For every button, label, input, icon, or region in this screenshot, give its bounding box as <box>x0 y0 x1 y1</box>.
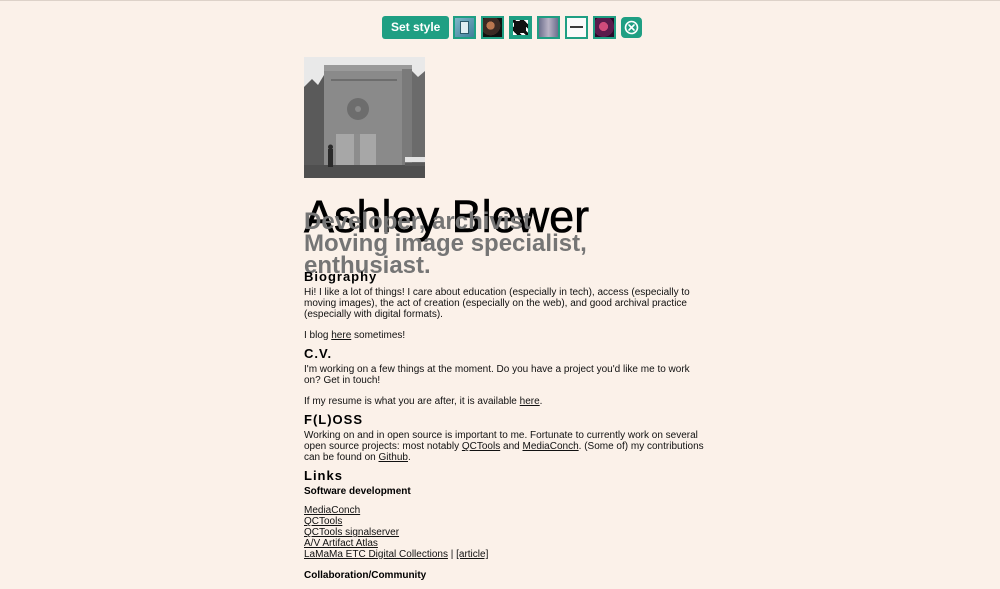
list-item: QCTools <box>304 516 704 527</box>
style-swatch-6[interactable] <box>593 15 617 39</box>
resume-suffix: . <box>539 396 543 407</box>
qctools-link[interactable]: QCTools <box>462 441 500 452</box>
profile-photo <box>304 57 425 178</box>
style-swatch-3[interactable] <box>509 15 533 39</box>
top-divider <box>0 0 1000 1</box>
tagline-block: Developer, archivist Moving image specia… <box>304 210 704 278</box>
style-swatch-4[interactable] <box>537 15 561 39</box>
cv-text: I'm working on a few things at the momen… <box>304 364 690 386</box>
biography-heading: Biography <box>304 269 378 284</box>
floss-text-b: and <box>500 441 523 452</box>
close-icon <box>625 20 639 34</box>
cv-heading: C.V. <box>304 346 333 361</box>
style-swatch-5[interactable] <box>565 15 589 39</box>
resume-line: If my resume is what you are after, it i… <box>304 396 704 407</box>
collaboration-heading: Collaboration/Community <box>304 570 427 581</box>
list-item: MediaConch <box>304 505 704 516</box>
mediaconch-link[interactable]: MediaConch <box>522 441 578 452</box>
link-separator: | <box>447 549 457 560</box>
list-item: A/V Artifact Atlas <box>304 538 704 549</box>
style-swatch-1[interactable] <box>453 15 477 39</box>
software-link[interactable]: QCTools <box>304 516 342 527</box>
github-link[interactable]: Github <box>379 452 408 463</box>
blog-link[interactable]: here <box>331 330 351 341</box>
software-links: MediaConch QCTools QCTools signalserver … <box>304 505 704 560</box>
blog-prefix: I blog <box>304 330 332 341</box>
floss-heading: F(L)OSS <box>304 412 363 427</box>
style-switcher-toolbar: Set style <box>382 15 643 39</box>
software-heading: Software development <box>304 486 411 497</box>
links-heading: Links <box>304 468 343 483</box>
software-link[interactable]: A/V Artifact Atlas <box>304 538 378 549</box>
biography-text: Hi! I like a lot of things! I care about… <box>304 287 690 320</box>
content-body: Biography Hi! I like a lot of things! I … <box>304 269 704 589</box>
software-link[interactable]: MediaConch <box>304 505 360 516</box>
floss-text: Working on and in open source is importa… <box>304 430 704 463</box>
style-swatch-2[interactable] <box>481 15 505 39</box>
resume-prefix: If my resume is what you are after, it i… <box>304 396 520 407</box>
main-content: Ashley Blewer Developer, archivist Movin… <box>304 57 704 581</box>
resume-link[interactable]: here <box>520 396 540 407</box>
close-style-button[interactable] <box>621 16 643 38</box>
floss-text-d: . <box>407 452 411 463</box>
article-link[interactable]: [article] <box>456 549 488 560</box>
list-item: LaMaMa ETC Digital Collections | [articl… <box>304 549 704 560</box>
blog-suffix: sometimes! <box>351 330 406 341</box>
blog-line: I blog here sometimes! <box>304 330 704 341</box>
list-item: QCTools signalserver <box>304 527 704 538</box>
software-link[interactable]: LaMaMa ETC Digital Collections <box>304 549 448 560</box>
set-style-button[interactable]: Set style <box>382 15 450 39</box>
software-link[interactable]: QCTools signalserver <box>304 527 399 538</box>
